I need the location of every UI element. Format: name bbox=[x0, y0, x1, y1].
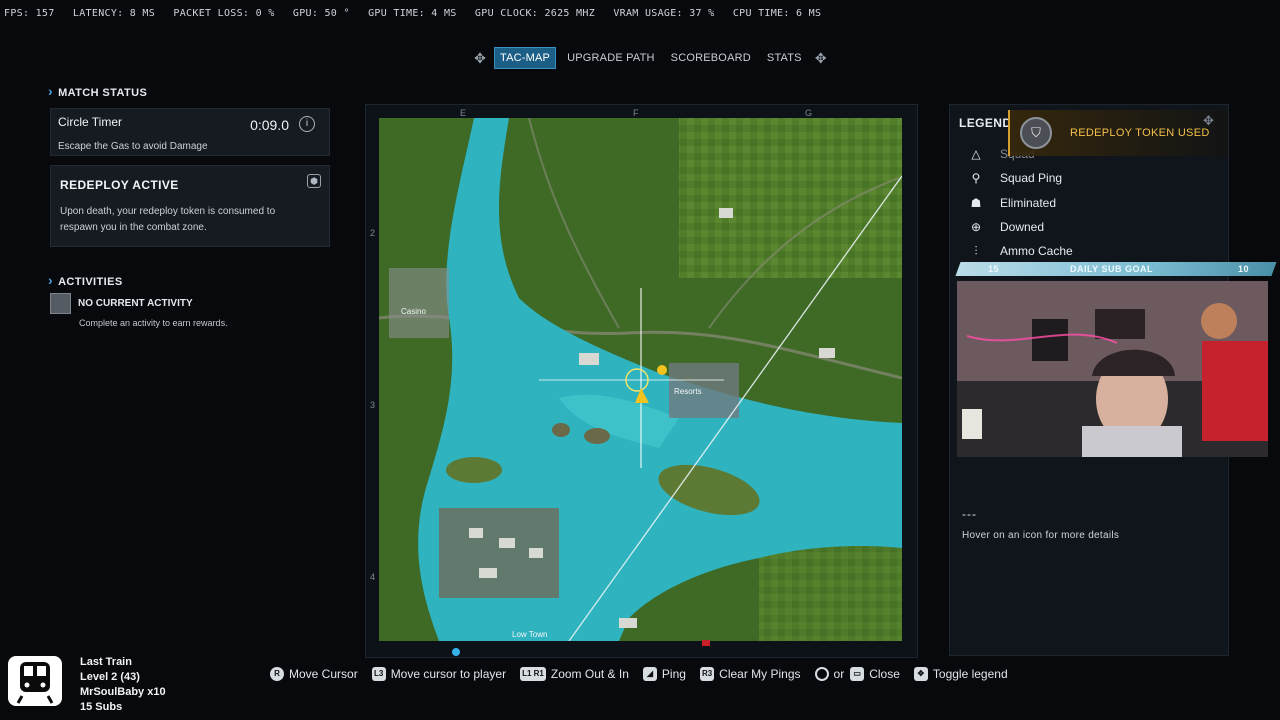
circle-timer-subtitle: Escape the Gas to avoid Damage bbox=[58, 141, 208, 152]
hint-label: Move cursor to player bbox=[390, 667, 507, 681]
redeploy-card: REDEPLOY ACTIVE Upon death, your redeplo… bbox=[50, 165, 330, 247]
tab-scoreboard[interactable]: SCOREBOARD bbox=[666, 48, 756, 68]
ammo-icon: ⫶ bbox=[974, 244, 978, 258]
hint-label: Ping bbox=[661, 667, 686, 681]
hint-label: Clear My Pings bbox=[719, 667, 801, 681]
sub-goal-label: DAILY SUB GOAL bbox=[1070, 264, 1154, 274]
hint-move-cursor[interactable]: R Move Cursor bbox=[270, 667, 358, 681]
legend-label: Ammo Cache bbox=[1000, 244, 1073, 258]
activity-placeholder-icon bbox=[50, 293, 71, 314]
map-label-casino: Casino bbox=[401, 307, 426, 316]
bumper-buttons-icon: L1 R1 bbox=[520, 667, 546, 681]
hint-label: Toggle legend bbox=[932, 667, 1008, 681]
legend-label: Squad Ping bbox=[1000, 171, 1063, 185]
alert-title: Last Train bbox=[80, 656, 132, 668]
tab-stats[interactable]: STATS bbox=[762, 48, 807, 68]
legend-label: Eliminated bbox=[1000, 196, 1057, 210]
map-label-resorts: Resorts bbox=[674, 387, 702, 396]
hint-clear-pings[interactable]: R3 Clear My Pings bbox=[699, 667, 801, 681]
gpu-clock-readout: GPU CLOCK: 2625 MHZ bbox=[474, 8, 596, 19]
grid-row-2: 2 bbox=[370, 228, 376, 238]
legend-item-eliminated[interactable]: ☗ Eliminated bbox=[968, 195, 1056, 211]
tab-tac-map[interactable]: TAC-MAP bbox=[494, 47, 557, 69]
grid-col-f: F bbox=[633, 108, 639, 118]
redeploy-token-badge-icon: ⛉ bbox=[1020, 117, 1052, 149]
redeploy-token-banner: ⛉ REDEPLOY TOKEN USED bbox=[1008, 110, 1228, 156]
legend-item-downed[interactable]: ⊕ Downed bbox=[968, 219, 1044, 235]
legend-item-squad-ping[interactable]: ⚲ Squad Ping bbox=[968, 170, 1062, 186]
tac-map[interactable]: Casino Resorts Low Town bbox=[379, 118, 902, 641]
hint-label: Move Cursor bbox=[289, 667, 358, 681]
hint-zoom[interactable]: L1 R1 Zoom Out & In bbox=[520, 667, 629, 681]
alert-user: MrSoulBaby x10 bbox=[80, 686, 166, 698]
map-label-low-town: Low Town bbox=[512, 630, 547, 639]
redeploy-description: Upon death, your redeploy token is consu… bbox=[60, 206, 276, 233]
sub-goal-left: 15 bbox=[988, 264, 1000, 274]
webcam-overlay bbox=[957, 281, 1268, 457]
dpad-icon: ✥ bbox=[913, 667, 928, 681]
grid-col-g: G bbox=[805, 108, 813, 118]
hint-or: or bbox=[833, 667, 845, 681]
match-status-heading[interactable]: MATCH STATUS bbox=[48, 83, 147, 99]
left-stick-click-icon: L3 bbox=[371, 667, 386, 681]
cpu-time-readout: CPU TIME: 6 MS bbox=[732, 8, 822, 19]
packet-loss-readout: PACKET LOSS: 0 % bbox=[173, 8, 275, 19]
map-terrain: Casino Resorts Low Town bbox=[379, 118, 902, 641]
activity-subtitle: Complete an activity to earn rewards. bbox=[79, 318, 228, 328]
grid-row-3: 3 bbox=[370, 400, 376, 410]
tab-upgrade-path[interactable]: UPGRADE PATH bbox=[562, 48, 660, 68]
left-bumper-icon[interactable]: ✥ bbox=[472, 50, 488, 66]
dpad-icon: ✥ bbox=[1203, 113, 1214, 128]
activities-heading[interactable]: ACTIVITIES bbox=[48, 272, 123, 288]
alert-subs: 15 Subs bbox=[80, 701, 123, 713]
sub-goal-right: 10 bbox=[1238, 264, 1250, 274]
circle-timer-value: 0:09.0 bbox=[250, 117, 289, 133]
top-tab-bar: ✥ TAC-MAP UPGRADE PATH SCOREBOARD STATS … bbox=[472, 47, 829, 69]
redeploy-title: REDEPLOY ACTIVE bbox=[60, 178, 179, 192]
hint-close[interactable]: o or ▭ Close bbox=[814, 667, 900, 681]
right-stick-click-icon: R3 bbox=[699, 667, 715, 681]
performance-overlay: FPS: 157 LATENCY: 8 MS PACKET LOSS: 0 % … bbox=[4, 8, 833, 19]
legend-hover-dash: --- bbox=[962, 507, 977, 521]
alert-level: Level 2 (43) bbox=[80, 671, 140, 683]
triangle-icon: △ bbox=[971, 147, 981, 161]
gpu-time-readout: GPU TIME: 4 MS bbox=[368, 8, 457, 19]
vram-readout: VRAM USAGE: 37 % bbox=[613, 8, 715, 19]
skull-icon: ☗ bbox=[970, 196, 982, 210]
right-bumper-icon[interactable]: ✥ bbox=[813, 50, 829, 66]
fps-readout: FPS: 157 bbox=[4, 8, 55, 19]
hint-ping[interactable]: ◢ Ping bbox=[642, 667, 686, 681]
info-icon[interactable]: i bbox=[299, 116, 315, 132]
circle-timer-card: Circle Timer 0:09.0 i Escape the Gas to … bbox=[50, 108, 330, 156]
legend-title: LEGEND bbox=[959, 116, 1012, 130]
legend-label: Downed bbox=[1000, 220, 1045, 234]
pin-icon: ⚲ bbox=[971, 171, 981, 185]
redeploy-token-icon: ⬢ bbox=[307, 174, 321, 188]
legend-item-ammo-cache[interactable]: ⫶ Ammo Cache bbox=[968, 243, 1073, 259]
right-stick-icon: R bbox=[270, 667, 284, 681]
gpu-temp-readout: GPU: 50 ° bbox=[292, 8, 350, 19]
redeploy-token-text: REDEPLOY TOKEN USED bbox=[1070, 127, 1210, 139]
touchpad-icon: ▭ bbox=[850, 667, 865, 681]
grid-row-4: 4 bbox=[370, 572, 376, 582]
webcam-feed bbox=[957, 281, 1268, 457]
grid-col-e: E bbox=[460, 108, 467, 118]
legend-hover-text: Hover on an icon for more details bbox=[962, 530, 1120, 541]
map-scrub-marker bbox=[452, 648, 460, 656]
circle-button-icon: o bbox=[814, 667, 829, 681]
hint-toggle-legend[interactable]: ✥ Toggle legend bbox=[913, 667, 1008, 681]
hint-label: Zoom Out & In bbox=[550, 667, 629, 681]
train-icon bbox=[8, 656, 62, 706]
hint-move-cursor-to-player[interactable]: L3 Move cursor to player bbox=[371, 667, 507, 681]
latency-readout: LATENCY: 8 MS bbox=[72, 8, 156, 19]
control-hints-bar: R Move Cursor L3 Move cursor to player L… bbox=[270, 667, 1022, 681]
map-edge-marker bbox=[702, 640, 710, 646]
ping-button-icon: ◢ bbox=[642, 667, 657, 681]
activity-title: NO CURRENT ACTIVITY bbox=[78, 298, 193, 309]
downed-icon: ⊕ bbox=[970, 220, 982, 234]
hint-label: Close bbox=[869, 667, 900, 681]
